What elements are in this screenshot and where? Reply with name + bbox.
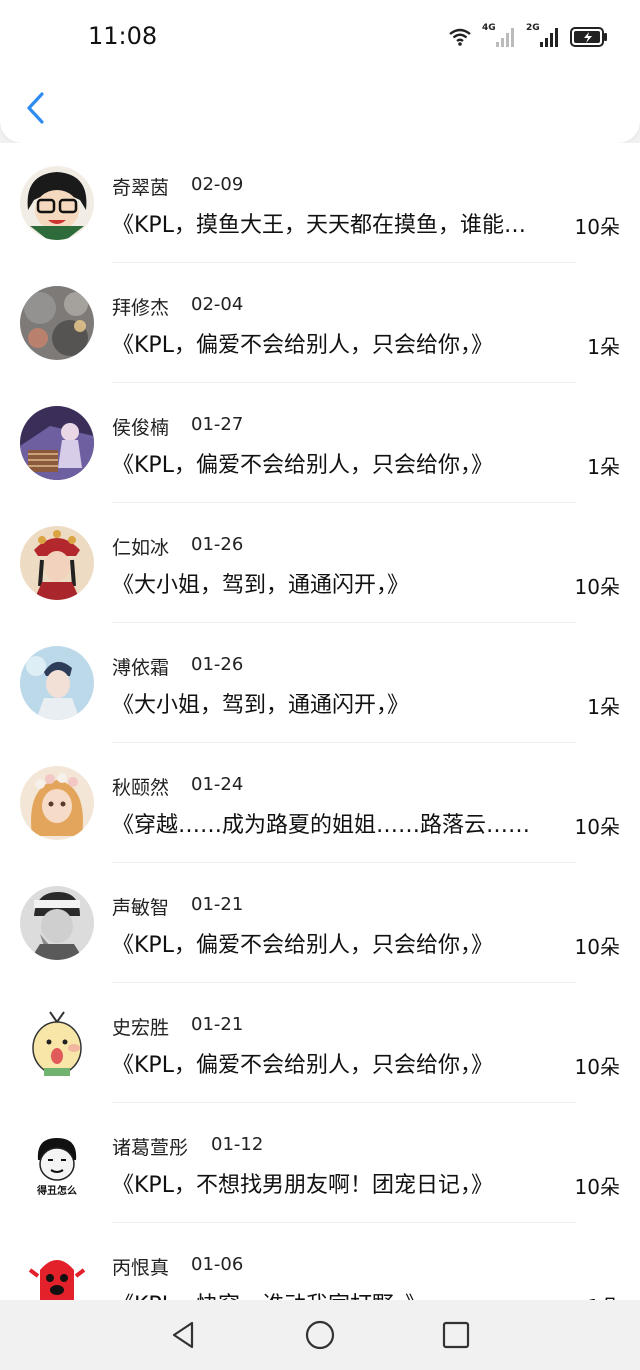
post-date: 01-26 — [191, 654, 244, 675]
chevron-left-icon — [27, 92, 44, 124]
author-name: 拜修杰 — [112, 297, 170, 319]
flower-count: 10朵 — [574, 935, 620, 959]
list-item[interactable]: 拜修杰 02-04 《KPL，偏爱不会给别人，只会给你，》 1朵 — [0, 263, 640, 383]
list-item[interactable]: 史宏胜 01-21 《KPL，偏爱不会给别人，只会给你，》 10朵 — [0, 983, 640, 1103]
flower-count: 1朵 — [587, 455, 620, 479]
post-date: 01-24 — [191, 774, 244, 795]
flower-count: 10朵 — [574, 575, 620, 599]
avatar[interactable] — [20, 766, 94, 840]
flower-count: 10朵 — [574, 1175, 620, 1199]
battery-icon — [570, 27, 607, 47]
avatar[interactable]: 得丑怎么 — [20, 1126, 94, 1200]
list-item[interactable]: 得丑怎么 诸葛萱彤 01-12 《KPL，不想找男朋友啊！团宠日记，》 10朵 — [0, 1103, 640, 1223]
wifi-icon — [449, 28, 471, 46]
flower-count: 10朵 — [574, 215, 620, 239]
circle-home-icon — [305, 1320, 335, 1350]
list-item[interactable]: 仁如冰 01-26 《大小姐，驾到，通通闪开，》 10朵 — [0, 503, 640, 623]
avatar[interactable] — [20, 886, 94, 960]
list-item[interactable]: 秋颐然 01-24 《穿越……成为路夏的姐姐……路落云…… 10朵 — [0, 743, 640, 863]
signal-2g-icon: 2G — [526, 23, 560, 49]
avatar[interactable] — [20, 286, 94, 360]
signal-4g-icon: 4G — [482, 23, 516, 49]
avatar[interactable] — [20, 526, 94, 600]
status-time: 11:08 — [88, 22, 158, 50]
post-date: 01-12 — [211, 1134, 264, 1155]
square-recents-icon — [442, 1321, 470, 1349]
avatar[interactable] — [20, 166, 94, 240]
author-name: 史宏胜 — [112, 1017, 170, 1039]
article-title[interactable]: 《大小姐，驾到，通通闪开，》 — [112, 567, 572, 599]
post-date: 02-04 — [191, 294, 244, 315]
status-icons: 4G 2G — [448, 23, 608, 50]
flower-count: 10朵 — [574, 1055, 620, 1079]
flower-count: 1朵 — [587, 1291, 620, 1300]
list-item[interactable]: 丙恨真 01-06 《KPL，快穿，谁动我家打野，》 1朵 — [0, 1223, 640, 1300]
flower-count: 10朵 — [574, 815, 620, 839]
article-title[interactable]: 《大小姐，驾到，通通闪开，》 — [112, 687, 572, 719]
article-title[interactable]: 《KPL，偏爱不会给别人，只会给你，》 — [112, 447, 572, 479]
back-button[interactable] — [20, 88, 50, 128]
post-date: 01-21 — [191, 894, 244, 915]
list-item[interactable]: 溥依霜 01-26 《大小姐，驾到，通通闪开，》 1朵 — [0, 623, 640, 743]
top-header: 11:08 4G 2G — [0, 0, 640, 143]
post-date: 02-09 — [191, 174, 244, 195]
article-title[interactable]: 《KPL，偏爱不会给别人，只会给你，》 — [112, 327, 572, 359]
article-title[interactable]: 《KPL，偏爱不会给别人，只会给你，》 — [112, 927, 572, 959]
system-nav-bar — [0, 1300, 640, 1370]
flower-count: 1朵 — [587, 695, 620, 719]
nav-recents-button[interactable] — [440, 1319, 472, 1351]
author-name: 声敏智 — [112, 897, 170, 919]
author-name: 秋颐然 — [112, 777, 170, 799]
avatar[interactable] — [20, 1006, 94, 1080]
article-title[interactable]: 《KPL，偏爱不会给别人，只会给你，》 — [112, 1047, 572, 1079]
author-name: 诸葛萱彤 — [112, 1137, 189, 1159]
avatar[interactable] — [20, 646, 94, 720]
post-date: 01-27 — [191, 414, 244, 435]
author-name: 奇翠茵 — [112, 177, 170, 199]
avatar-caption: 得丑怎么 — [37, 1186, 77, 1197]
avatar[interactable] — [20, 1246, 94, 1300]
flower-count: 1朵 — [587, 335, 620, 359]
list-item[interactable]: 奇翠茵 02-09 《KPL，摸鱼大王，天天都在摸鱼，谁能… 10朵 — [0, 143, 640, 263]
author-name: 仁如冰 — [112, 537, 170, 559]
post-date: 01-21 — [191, 1014, 244, 1035]
article-title[interactable]: 《KPL，摸鱼大王，天天都在摸鱼，谁能… — [112, 207, 572, 239]
author-name: 溥依霜 — [112, 657, 170, 679]
list-item[interactable]: 声敏智 01-21 《KPL，偏爱不会给别人，只会给你，》 10朵 — [0, 863, 640, 983]
triangle-back-icon — [172, 1321, 194, 1349]
article-title[interactable]: 《穿越……成为路夏的姐姐……路落云…… — [112, 807, 572, 839]
author-name: 丙恨真 — [112, 1257, 170, 1279]
article-title[interactable]: 《KPL，快穿，谁动我家打野，》 — [112, 1287, 572, 1300]
avatar[interactable] — [20, 406, 94, 480]
article-list: 奇翠茵 02-09 《KPL，摸鱼大王，天天都在摸鱼，谁能… 10朵 拜修杰 0… — [0, 143, 640, 1300]
nav-home-button[interactable] — [304, 1319, 336, 1351]
nav-back-button[interactable] — [168, 1319, 200, 1351]
list-item[interactable]: 侯俊楠 01-27 《KPL，偏爱不会给别人，只会给你，》 1朵 — [0, 383, 640, 503]
author-name: 侯俊楠 — [112, 417, 170, 439]
post-date: 01-06 — [191, 1254, 244, 1275]
article-title[interactable]: 《KPL，不想找男朋友啊！团宠日记，》 — [112, 1167, 572, 1199]
post-date: 01-26 — [191, 534, 244, 555]
